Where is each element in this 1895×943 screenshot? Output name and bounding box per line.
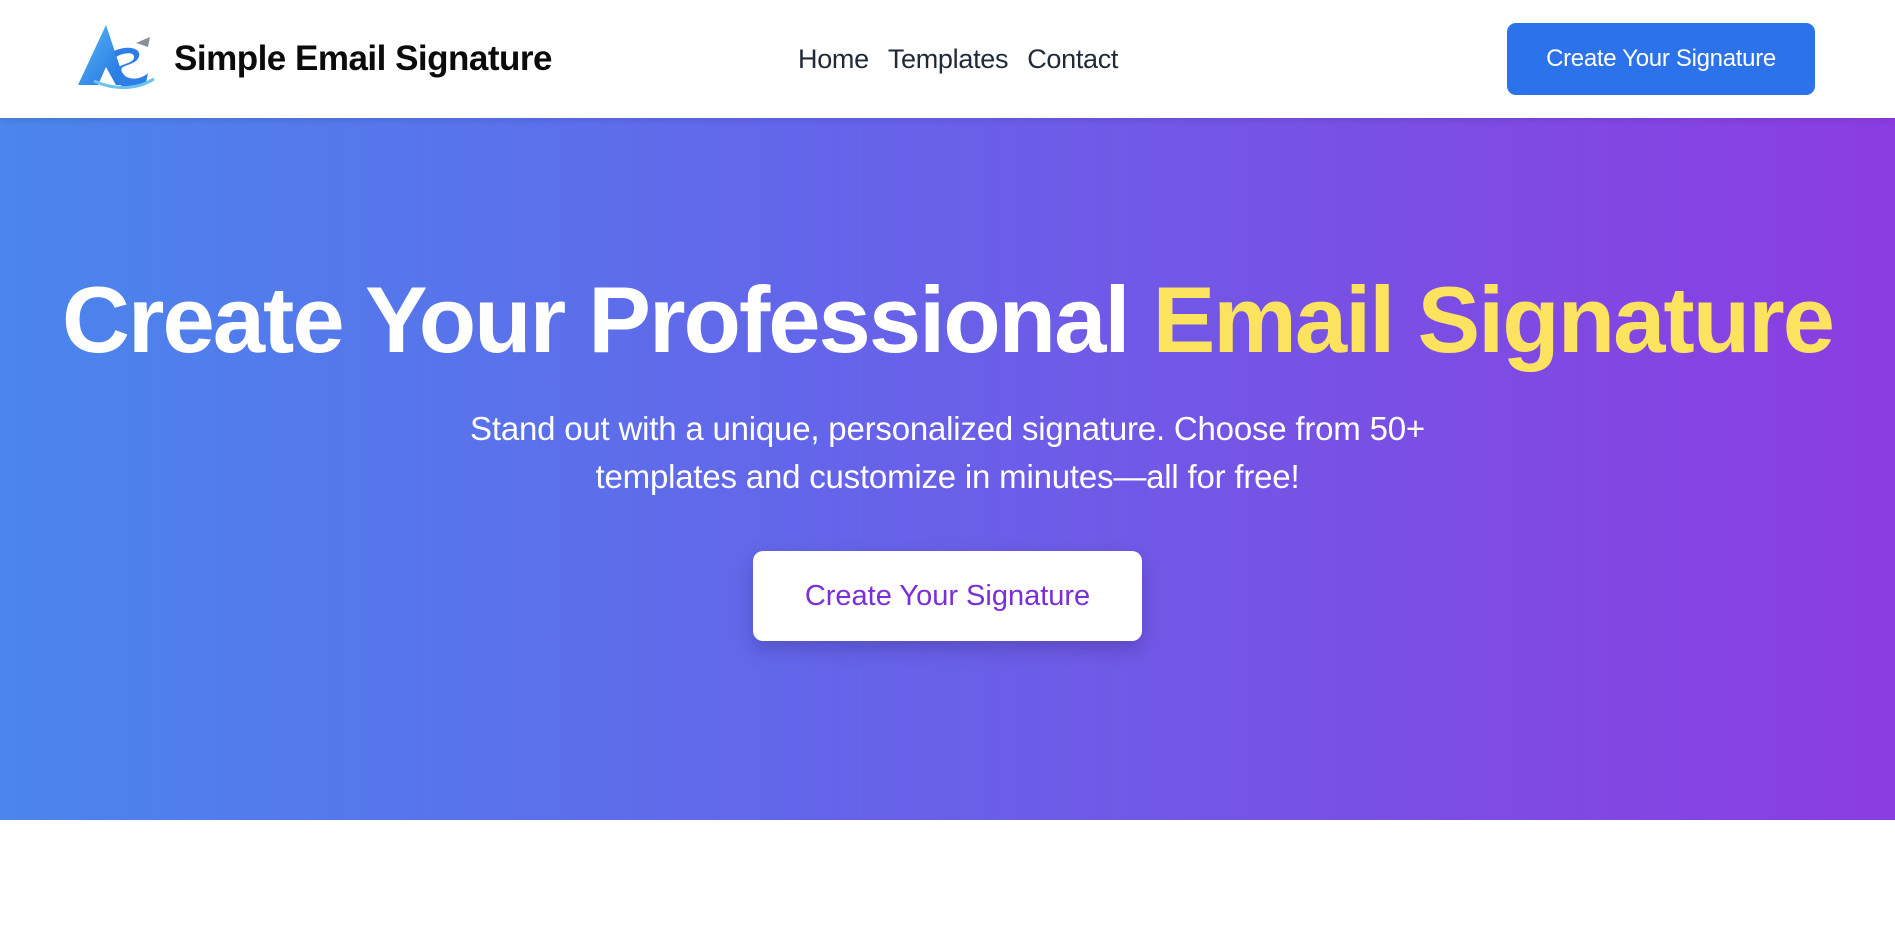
hero-create-signature-button[interactable]: Create Your Signature [753, 551, 1142, 642]
header-create-signature-button[interactable]: Create Your Signature [1507, 23, 1815, 95]
nav-link-home[interactable]: Home [798, 44, 869, 75]
nav-link-templates[interactable]: Templates [888, 44, 1009, 75]
hero-section: Create Your Professional Email Signature… [0, 118, 1895, 820]
top-navbar: Simple Email Signature Home Templates Co… [0, 0, 1895, 118]
hero-subtitle: Stand out with a unique, personalized si… [470, 410, 1425, 496]
main-nav: Home Templates Contact [798, 0, 1118, 118]
nav-link-contact[interactable]: Contact [1027, 44, 1118, 75]
as-monogram-logo-icon [78, 25, 155, 90]
content-area [0, 820, 1895, 943]
brand-name: Simple Email Signature [174, 39, 553, 78]
hero-title-accent: Email Signature [1152, 267, 1835, 372]
hero-title-main: Create Your Professional [62, 267, 1153, 372]
brand-home-link[interactable]: Simple Email Signature [76, 23, 553, 95]
hero-title: Create Your Professional Email Signature [62, 267, 1835, 372]
